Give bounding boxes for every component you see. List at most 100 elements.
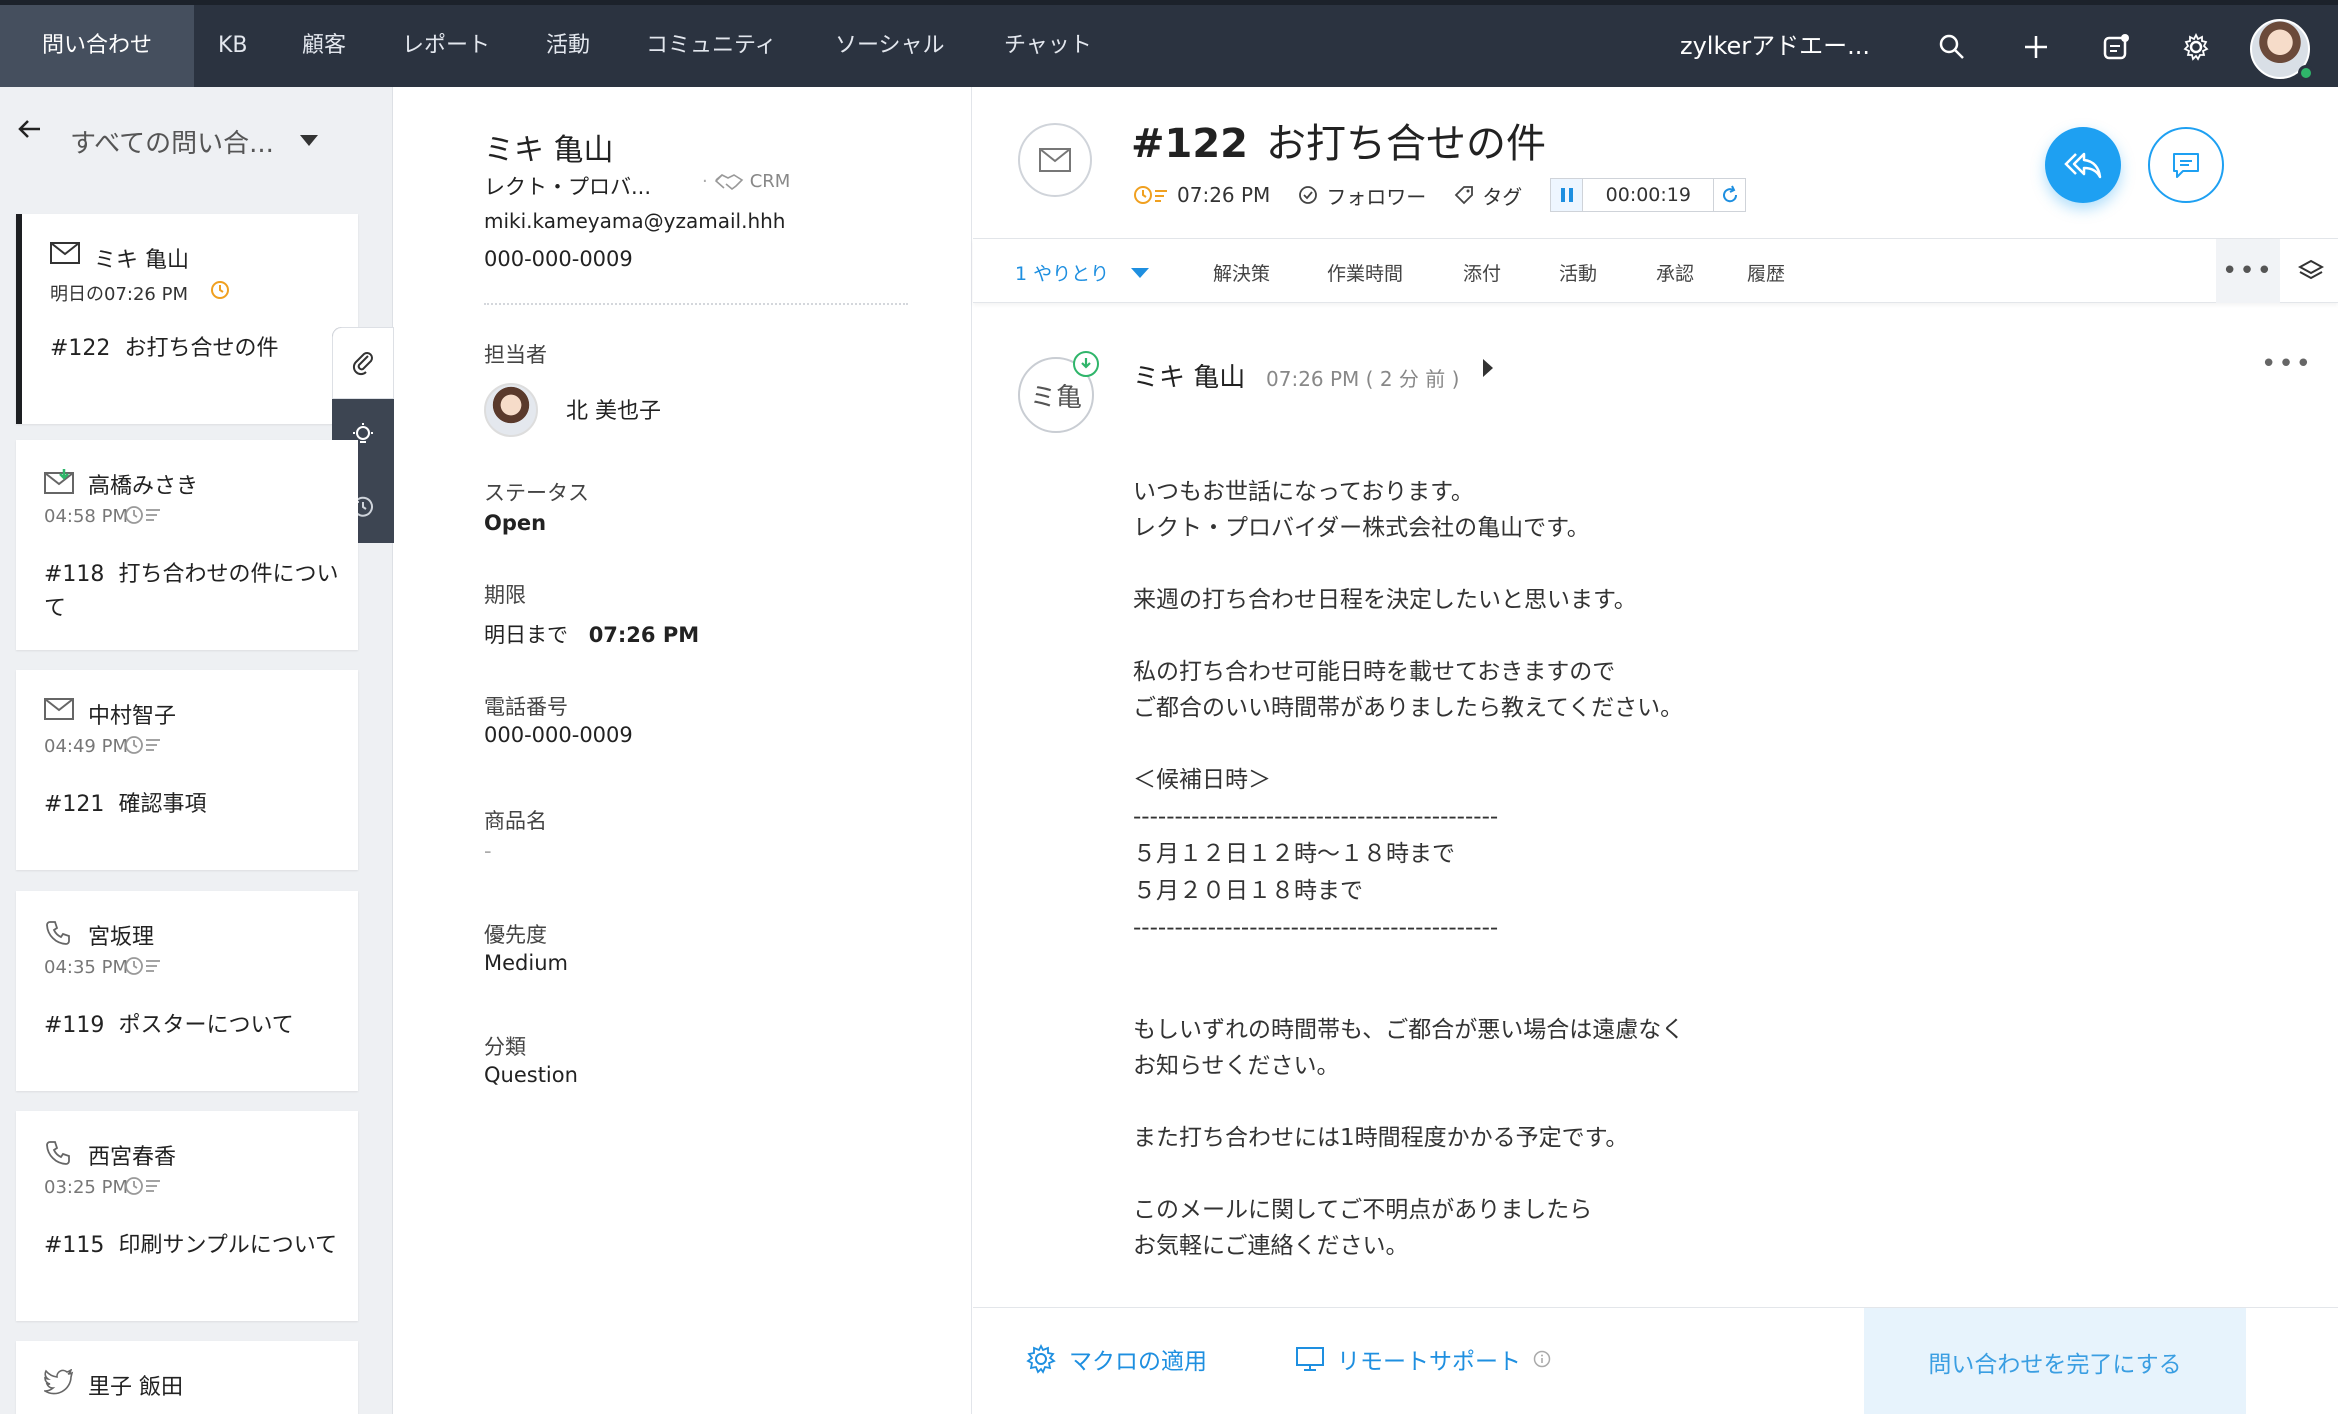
tag-button[interactable]: タグ	[1454, 181, 1522, 210]
remote-support-button[interactable]: リモートサポート	[1295, 1342, 1551, 1376]
email-incoming-icon	[44, 468, 76, 498]
due-time: 07:26 PM	[588, 623, 700, 647]
ticket-due-time: 明日の07:26 PM	[50, 284, 188, 305]
tag-icon	[1455, 186, 1474, 205]
assignee-avatar	[484, 383, 538, 437]
ticket-card[interactable]: ミキ 亀山 明日の07:26 PM #122 お打ち合せの件	[16, 214, 358, 424]
assignee-label: 担当者	[484, 343, 547, 367]
message-paragraph: もしいずれの時間帯も、ご都合が悪い場合は遠慮なく お知らせください。	[1133, 1017, 1685, 1079]
remote-support-label: リモートサポート	[1337, 1349, 1521, 1375]
tab-time-entry[interactable]: 作業時間	[1327, 259, 1403, 286]
ticket-time: 04:49 PM	[44, 736, 128, 757]
nav-tab-reports[interactable]: レポート	[402, 5, 490, 87]
nav-tab-activities[interactable]: 活動	[546, 5, 590, 87]
nav-tab-customers[interactable]: 顧客	[302, 5, 346, 87]
contact-phone[interactable]: 000-000-0009	[484, 247, 633, 271]
expand-arrow-icon[interactable]	[1483, 359, 1493, 377]
classification-field[interactable]: Question	[484, 1063, 578, 1087]
tab-conversations[interactable]: 1 やりとり	[1015, 259, 1109, 286]
product-field[interactable]: -	[484, 839, 492, 863]
due-indicator[interactable]: 07:26 PM	[1133, 183, 1270, 207]
monitor-icon	[1296, 1347, 1324, 1371]
ticket-subject: #119 ポスターについて	[44, 1013, 294, 1038]
priority-field[interactable]: Medium	[484, 951, 568, 975]
layers-icon[interactable]	[2283, 239, 2338, 303]
contact-company[interactable]: レクト・プロバ...	[484, 171, 651, 201]
ticket-time: 04:58 PM	[44, 506, 128, 527]
more-tabs-button[interactable]: •••	[2216, 239, 2280, 303]
info-icon[interactable]	[1533, 1350, 1551, 1368]
ticket-subject: #118 打ち合わせの件について	[44, 562, 339, 621]
message-paragraph: また打ち合わせには1時間程度かかる予定です。	[1133, 1125, 1629, 1151]
comment-icon	[2173, 153, 2199, 178]
chevron-down-icon[interactable]	[300, 135, 318, 146]
close-ticket-button[interactable]: 問い合わせを完了にする	[1864, 1308, 2246, 1414]
ticket-title[interactable]: #122 お打ち合せの件	[1131, 111, 1546, 169]
nav-tab-social[interactable]: ソーシャル	[835, 5, 945, 87]
comment-button[interactable]	[2148, 127, 2224, 203]
ticket-contact-name: 西宮春香	[88, 1145, 177, 1170]
assignee-field[interactable]: 北 美也子	[566, 393, 661, 425]
ticket-subject: #122 お打ち合せの件	[50, 336, 279, 361]
ticket-card[interactable]: 西宮春香 03:25 PM #115 印刷サンプルについて	[16, 1111, 358, 1321]
message-time: 07:26 PM ( 2 分 前 )	[1266, 367, 1460, 391]
thread-more-button[interactable]: •••	[2261, 349, 2313, 379]
tab-activities[interactable]: 活動	[1559, 259, 1597, 286]
ticket-contact-name: 中村智子	[88, 704, 177, 729]
nav-tab-chat[interactable]: チャット	[1004, 5, 1092, 87]
tab-attachments[interactable]: 添付	[1463, 259, 1501, 286]
follow-button[interactable]: フォロワー	[1298, 181, 1426, 210]
work-timer: 00:00:19	[1550, 178, 1747, 212]
tab-approvals[interactable]: 承認	[1656, 259, 1694, 286]
org-switcher[interactable]: zylkerアドエー...	[1680, 5, 1870, 87]
crm-link[interactable]: · CRM	[702, 171, 790, 192]
ticket-card[interactable]: 里子 飯田	[16, 1341, 358, 1414]
view-selector[interactable]: すべての問い合...	[70, 123, 274, 160]
ticket-contact-name: 高橋みさき	[88, 474, 199, 499]
phone-icon	[44, 919, 72, 951]
tab-history[interactable]: 履歴	[1747, 259, 1785, 286]
twitter-icon	[42, 1368, 74, 1399]
incoming-mail-badge-icon	[1073, 351, 1099, 377]
ticket-card[interactable]: 中村智子 04:49 PM #121 確認事項	[16, 670, 358, 870]
ticket-list-header: すべての問い合...	[0, 87, 393, 187]
classification-label: 分類	[484, 1035, 526, 1059]
due-field[interactable]: 明日まで 07:26 PM	[484, 619, 699, 649]
reply-all-button[interactable]	[2045, 127, 2121, 203]
tab-solutions[interactable]: 解決策	[1213, 259, 1270, 286]
refresh-icon[interactable]	[1713, 179, 1745, 211]
back-arrow-icon[interactable]	[16, 115, 44, 147]
plus-icon[interactable]	[2016, 27, 2056, 67]
search-icon[interactable]	[1932, 27, 1972, 67]
nav-tab-kb[interactable]: KB	[218, 5, 248, 87]
ticket-time: 03:25 PM	[44, 1177, 128, 1198]
pause-icon[interactable]	[1551, 179, 1584, 211]
crm-label: CRM	[749, 171, 791, 192]
product-label: 商品名	[484, 809, 547, 833]
nav-tab-tickets[interactable]: 問い合わせ	[0, 5, 195, 87]
ticket-card[interactable]: 高橋みさき 04:58 PM #118 打ち合わせの件について	[16, 440, 358, 650]
sla-icon	[124, 1175, 164, 1201]
due-label: 期限	[484, 583, 526, 607]
notes-icon[interactable]	[2096, 27, 2136, 67]
status-field[interactable]: Open	[484, 511, 546, 535]
detail-footer: マクロの適用 リモートサポート 問い合わせを完了にする	[973, 1307, 2338, 1414]
priority-label: 優先度	[484, 923, 547, 947]
chevron-down-icon[interactable]	[1131, 268, 1149, 278]
sender-name: ミキ 亀山	[1133, 363, 1246, 393]
attachment-icon[interactable]	[332, 327, 394, 399]
gear-icon[interactable]	[2176, 27, 2216, 67]
detail-tabs: 1 やりとり 解決策 作業時間 添付 活動 承認 履歴 •••	[973, 239, 2338, 303]
online-status-dot	[2298, 65, 2314, 81]
macro-gear-icon	[1026, 1343, 1056, 1374]
phone-field[interactable]: 000-000-0009	[484, 723, 633, 747]
nav-tab-community[interactable]: コミュニティ	[646, 5, 777, 87]
message-paragraph: このメールに関してご不明点がありましたら お気軽にご連絡ください。	[1133, 1197, 1593, 1259]
contact-name[interactable]: ミキ 亀山	[484, 125, 614, 169]
apply-macro-button[interactable]: マクロの適用	[1025, 1342, 1207, 1376]
top-navigation-bar: 問い合わせ KB 顧客 レポート 活動 コミュニティ ソーシャル チャット zy…	[0, 0, 2338, 87]
ticket-header: #122 お打ち合せの件 07:26 PM フォロワー タグ 00:00:19	[973, 87, 2338, 239]
message-paragraph: 来週の打ち合わせ日程を決定したいと思います。	[1133, 587, 1637, 613]
ticket-card[interactable]: 宮坂理 04:35 PM #119 ポスターについて	[16, 891, 358, 1091]
contact-email[interactable]: miki.kameyama@yzamail.hhh	[484, 209, 785, 233]
